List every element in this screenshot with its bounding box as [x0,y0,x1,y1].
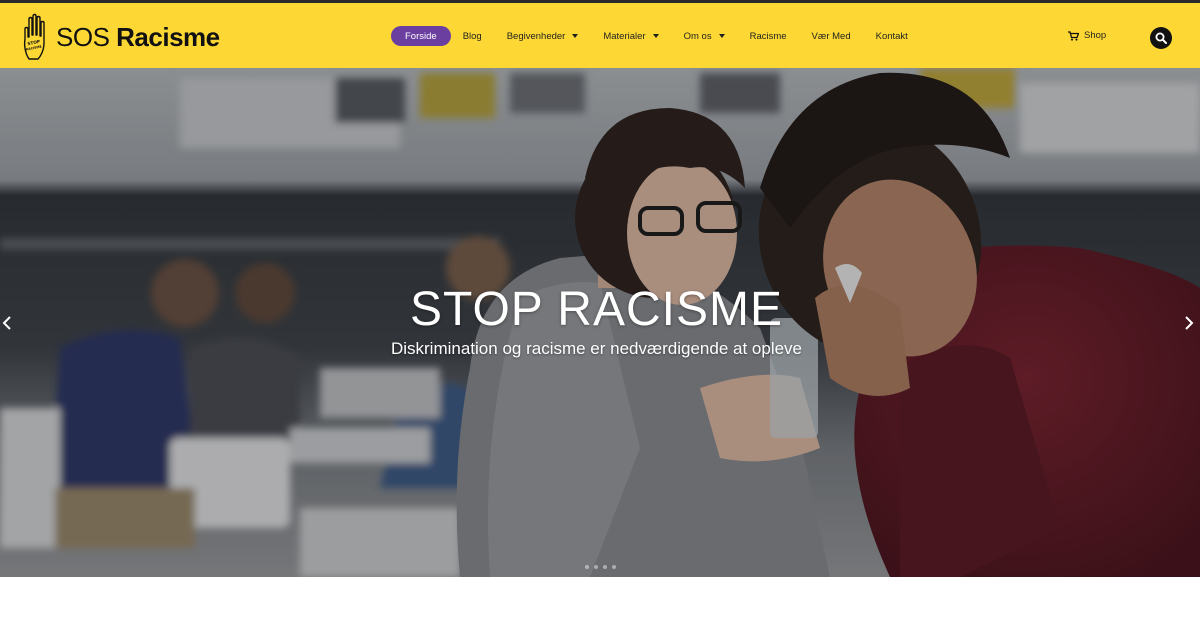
shop-label: Shop [1084,30,1107,41]
main-nav: Forside Blog Begivenheder Materialer Om os Ra… [391,25,933,47]
chevron-right-icon [1185,316,1194,330]
logo-wordmark: SOS Racisme [56,24,220,50]
search-button[interactable] [1150,27,1172,49]
hero-slider: STOP RACISME Diskrimination og racisme e… [0,68,1200,577]
nav-item-om-os[interactable]: Om os [684,26,725,46]
nav-item-label: Racisme [749,30,787,42]
nav-item-materialer[interactable]: Materialer [603,26,659,46]
cart-icon [1068,30,1079,41]
slider-dot[interactable] [603,565,607,569]
nav-item-label: Om os [683,30,712,42]
slider-next-button[interactable] [1182,313,1196,333]
logo-racisme: Racisme [116,22,220,52]
nav-item-forside[interactable]: Forside [391,26,451,46]
nav-item-kontakt[interactable]: Kontakt [876,26,908,46]
site-logo[interactable]: STOP RACISME SOS Racisme [22,11,220,63]
nav-item-label: Forside [405,30,437,42]
nav-item-blog[interactable]: Blog [463,26,482,46]
caret-down-icon [718,34,725,38]
caret-down-icon [572,34,579,38]
nav-item-label: Kontakt [875,30,908,42]
site-header: STOP RACISME SOS Racisme Forside Blog Begi… [0,3,1200,68]
nav-item-label: Vær Med [811,30,851,42]
nav-item-vær-med[interactable]: Vær Med [812,26,851,46]
caret-down-icon [652,34,659,38]
slider-dot[interactable] [612,565,616,569]
slider-prev-button[interactable] [0,313,14,333]
stop-hand-icon: STOP RACISME [23,13,45,60]
nav-item-label: Begivenheder [506,30,566,42]
slider-dot[interactable] [594,565,598,569]
nav-item-label: Blog [462,30,482,42]
hero-subtitle: Diskrimination og racisme er nedværdigen… [390,339,803,358]
nav-item-begivenheder[interactable]: Begivenheder [507,26,579,46]
chevron-left-icon [2,316,11,330]
slider-dots [585,565,621,569]
search-icon [1155,32,1167,44]
hero-title: STOP RACISME [410,283,783,336]
nav-item-label: Materialer [603,30,646,42]
shop-link[interactable]: Shop [1068,30,1106,41]
nav-item-racisme[interactable]: Racisme [750,26,787,46]
logo-sos: SOS [56,22,110,52]
slider-dot[interactable] [585,565,589,569]
